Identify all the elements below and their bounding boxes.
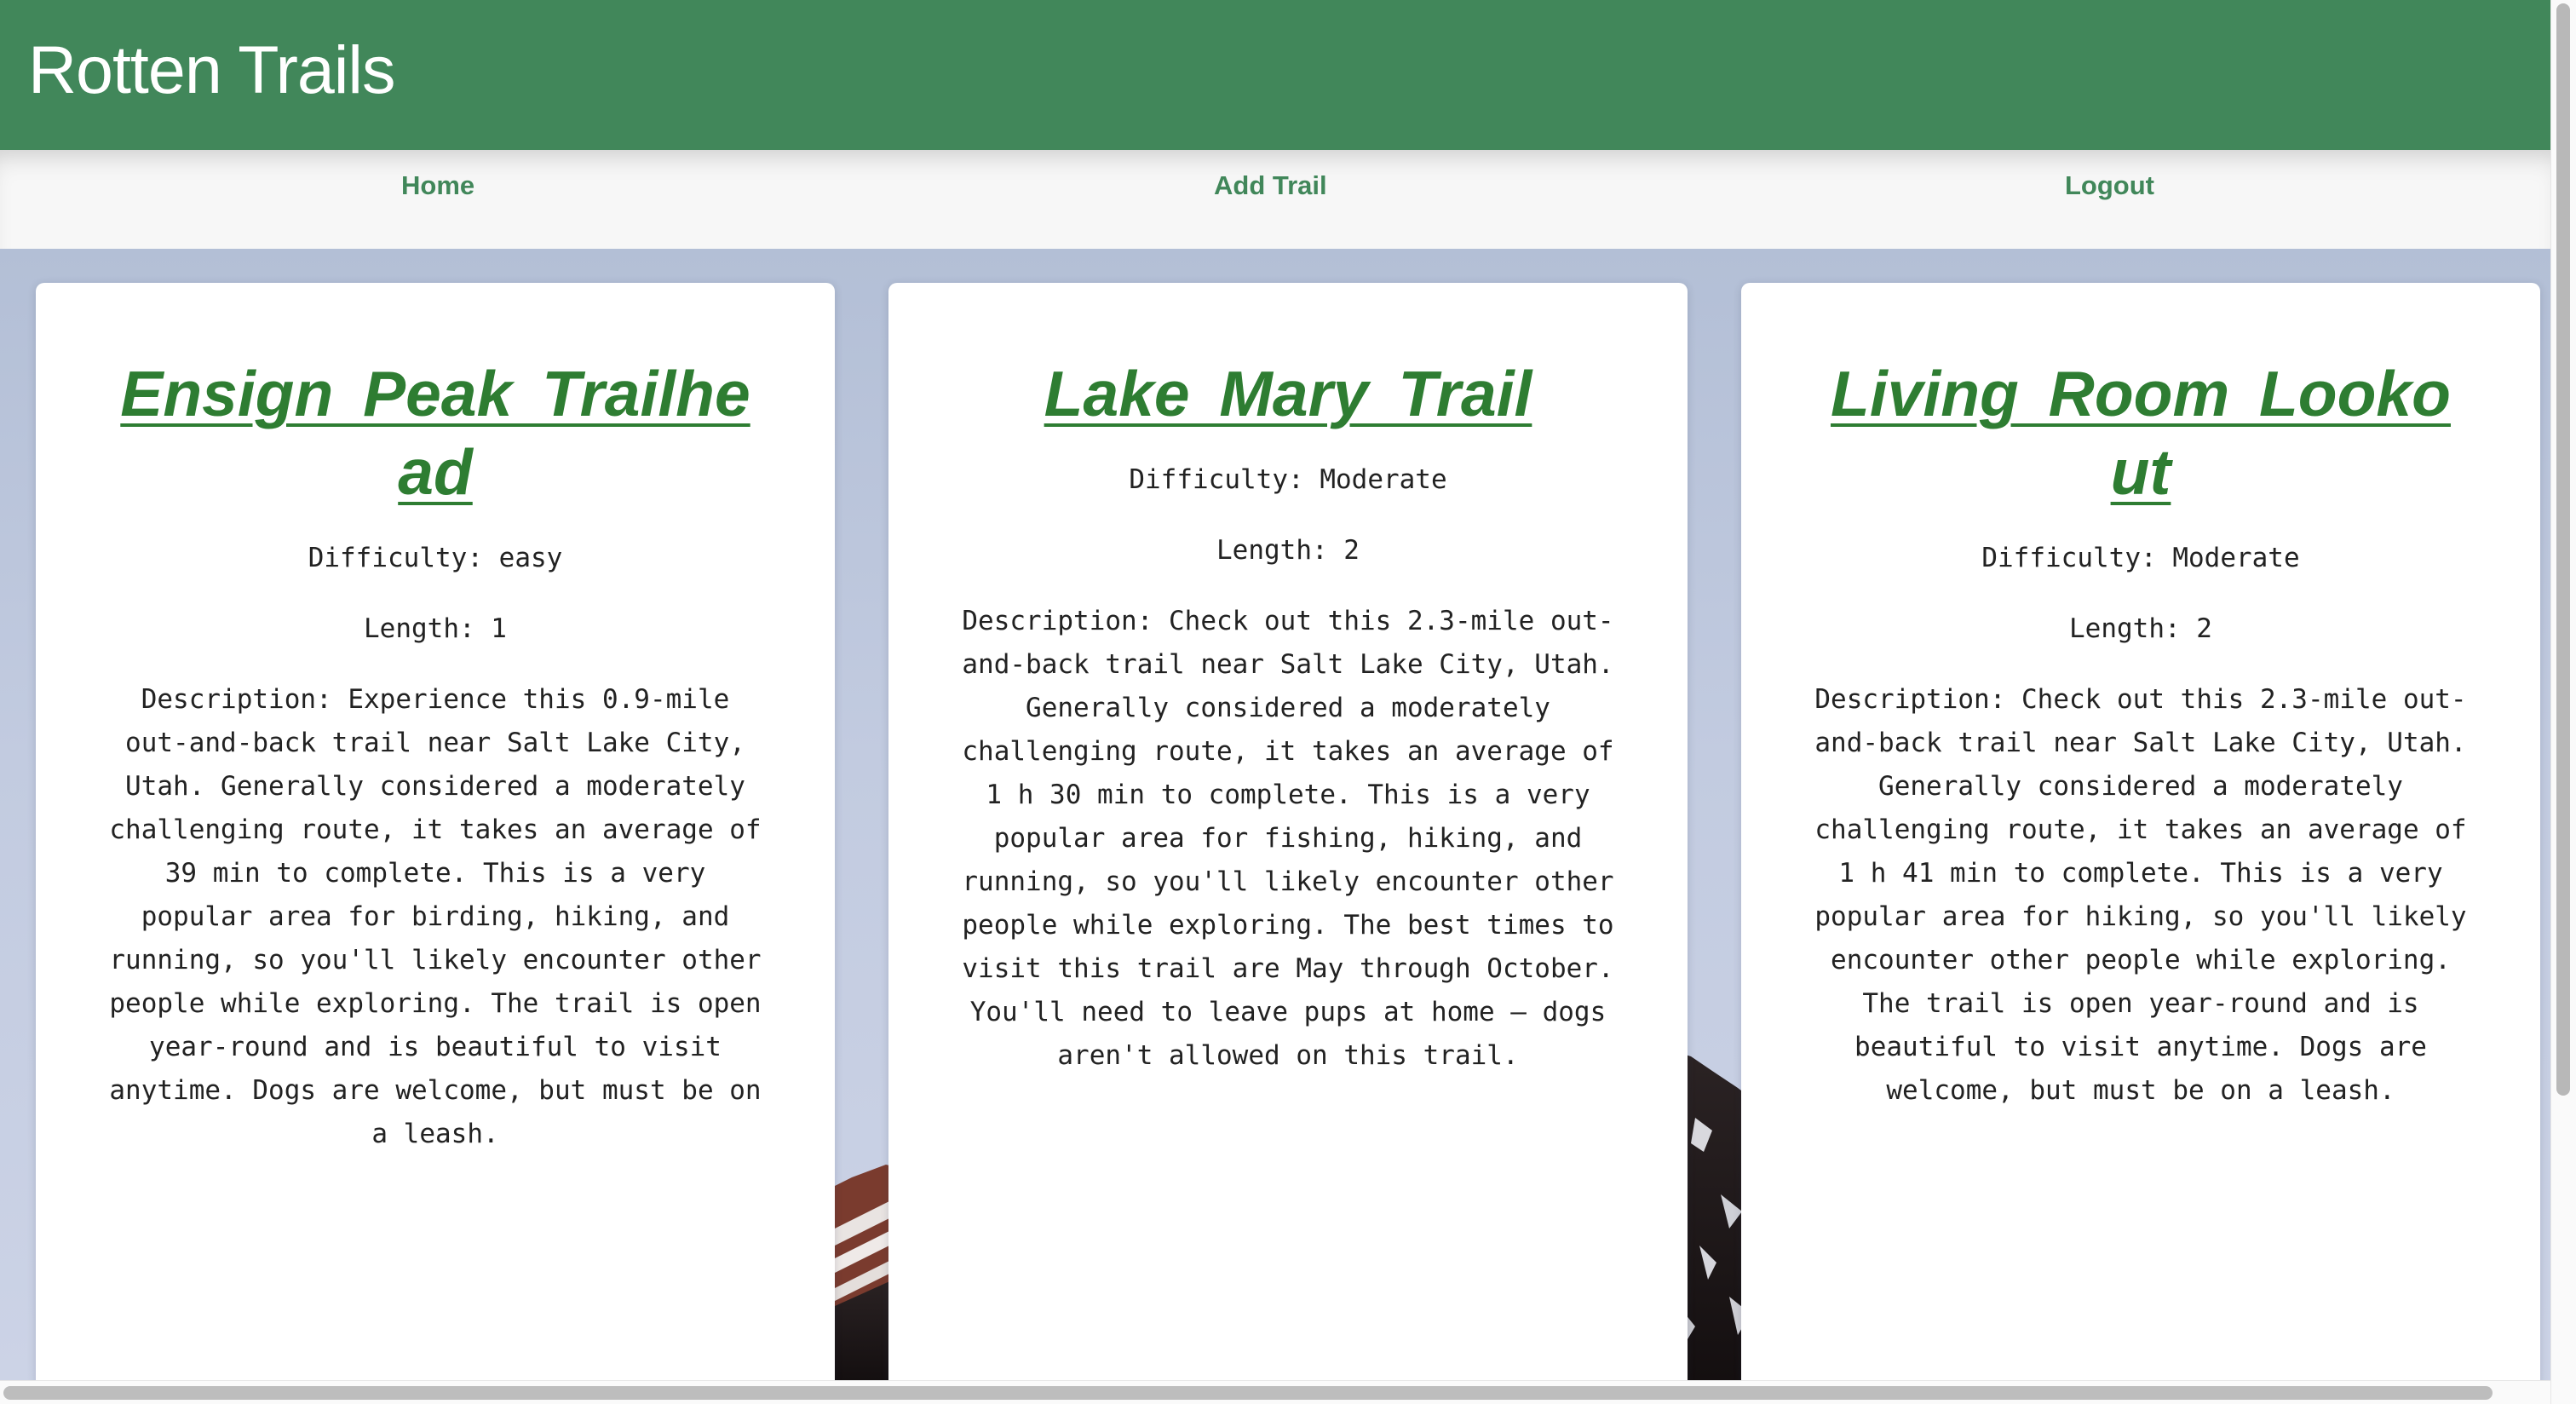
trail-length: Length: 1: [364, 613, 507, 644]
vertical-scrollbar-thumb[interactable]: [2556, 3, 2570, 1096]
nav-logout-link[interactable]: Logout: [2065, 170, 2154, 201]
trail-card: Lake Mary Trail Difficulty: Moderate Len…: [888, 283, 1688, 1404]
nav-add-trail-link[interactable]: Add Trail: [1214, 170, 1327, 201]
trail-difficulty: Difficulty: Moderate: [1129, 464, 1447, 495]
horizontal-scrollbar-thumb[interactable]: [3, 1386, 2493, 1400]
nav-home-link[interactable]: Home: [401, 170, 474, 201]
trail-name-link[interactable]: Lake Mary Trail: [960, 354, 1616, 433]
trail-description: Description: Check out this 2.3-mile out…: [1814, 684, 2483, 1106]
trail-card: Living Room Lookout Difficulty: Moderate…: [1741, 283, 2540, 1404]
trail-name-link[interactable]: Living Room Lookout: [1813, 354, 2469, 511]
trail-card: Ensign Peak Trailhead Difficulty: easy L…: [36, 283, 835, 1404]
trail-length: Length: 2: [1216, 535, 1360, 566]
vertical-scrollbar[interactable]: [2550, 0, 2576, 1404]
trail-description: Description: Experience this 0.9-mile ou…: [109, 684, 778, 1149]
trail-description: Description: Check out this 2.3-mile out…: [962, 606, 1630, 1071]
trail-difficulty: Difficulty: Moderate: [1981, 543, 2300, 573]
app-title: Rotten Trails: [28, 32, 395, 107]
app-header: Rotten Trails: [0, 0, 2550, 150]
trail-difficulty: Difficulty: easy: [308, 543, 563, 573]
trail-name-link[interactable]: Ensign Peak Trailhead: [107, 354, 763, 511]
horizontal-scrollbar[interactable]: [0, 1380, 2550, 1404]
trail-length: Length: 2: [2069, 613, 2212, 644]
